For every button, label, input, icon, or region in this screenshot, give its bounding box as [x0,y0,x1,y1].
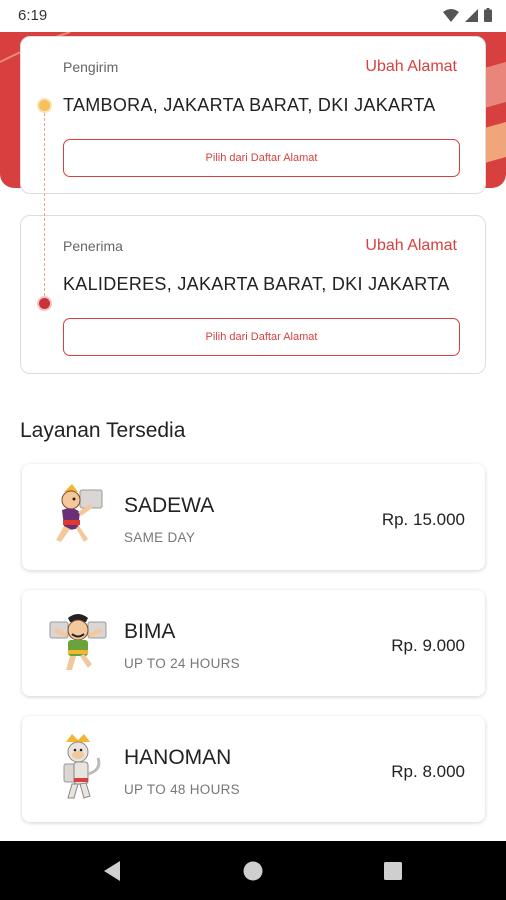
recents-button[interactable] [379,857,407,885]
service-price: Rp. 9.000 [391,636,465,655]
status-bar: 6:19 [0,0,506,32]
service-card-sadewa[interactable]: SADEWA SAME DAY Rp. 15.000 [22,464,485,570]
sadewa-mascot-icon [56,484,103,542]
sender-address: TAMBORA, JAKARTA BARAT, DKI JAKARTA [63,95,436,115]
route-connector-line [44,113,45,296]
service-eta: UP TO 24 HOURS [124,656,240,671]
service-card-bima[interactable]: BIMA UP TO 24 HOURS Rp. 9.000 [22,590,485,696]
sender-label: Pengirim [63,59,119,75]
sender-card: Pengirim Ubah Alamat TAMBORA, JAKARTA BA… [20,36,486,194]
service-eta: UP TO 48 HOURS [124,782,240,797]
service-price: Rp. 8.000 [391,762,465,781]
system-nav-bar [0,841,506,900]
receiver-address: KALIDERES, JAKARTA BARAT, DKI JAKARTA [63,274,450,294]
sender-pick-address-button[interactable]: Pilih dari Daftar Alamat [63,139,460,177]
service-name: SADEWA [124,494,215,517]
status-icons [443,8,492,22]
app-screen: 6:19 Pengirim Ubah Alamat TAMBORA, JAKAR… [0,0,506,900]
receiver-marker-icon [37,296,52,311]
service-card-hanoman[interactable]: HANOMAN UP TO 48 HOURS Rp. 8.000 [22,716,485,822]
receiver-change-address-link[interactable]: Ubah Alamat [365,237,457,255]
service-eta: SAME DAY [124,530,196,545]
signal-icon [465,8,478,22]
sender-marker-icon [37,98,52,113]
back-icon [104,861,120,881]
status-time: 6:19 [18,7,48,24]
service-name: HANOMAN [124,746,232,769]
wifi-icon [443,8,459,22]
service-name: BIMA [124,620,176,643]
bima-mascot-icon [49,614,107,670]
home-button[interactable] [239,857,267,885]
battery-icon [484,8,492,22]
recents-icon [384,862,402,880]
receiver-pick-address-button[interactable]: Pilih dari Daftar Alamat [63,318,460,356]
service-price: Rp. 15.000 [381,510,465,529]
sender-change-address-link[interactable]: Ubah Alamat [365,58,457,76]
services-section-title: Layanan Tersedia [20,419,186,442]
back-button[interactable] [98,857,126,885]
receiver-label: Penerima [63,238,123,254]
home-icon [243,861,263,881]
hanoman-mascot-icon [63,734,101,799]
receiver-card: Penerima Ubah Alamat KALIDERES, JAKARTA … [20,215,486,374]
